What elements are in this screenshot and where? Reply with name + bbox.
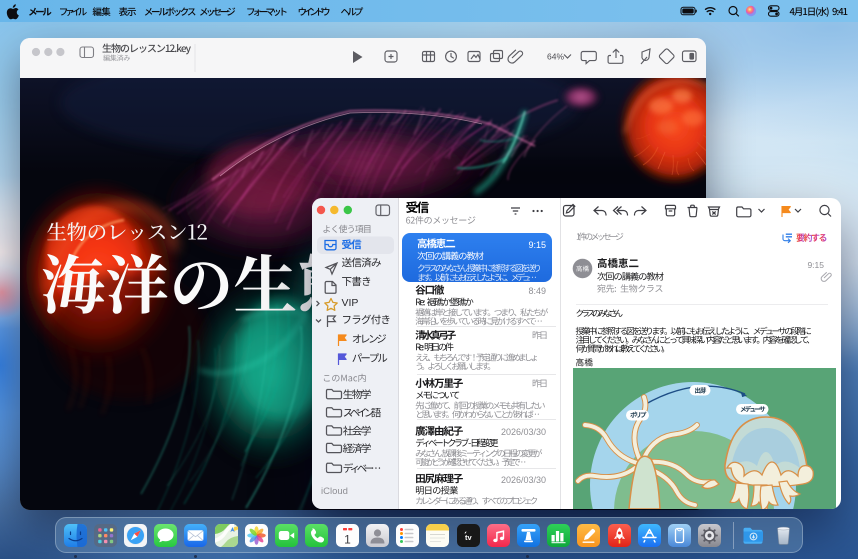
svg-text:tv: tv [465,533,472,542]
svg-text:1: 1 [344,533,351,547]
